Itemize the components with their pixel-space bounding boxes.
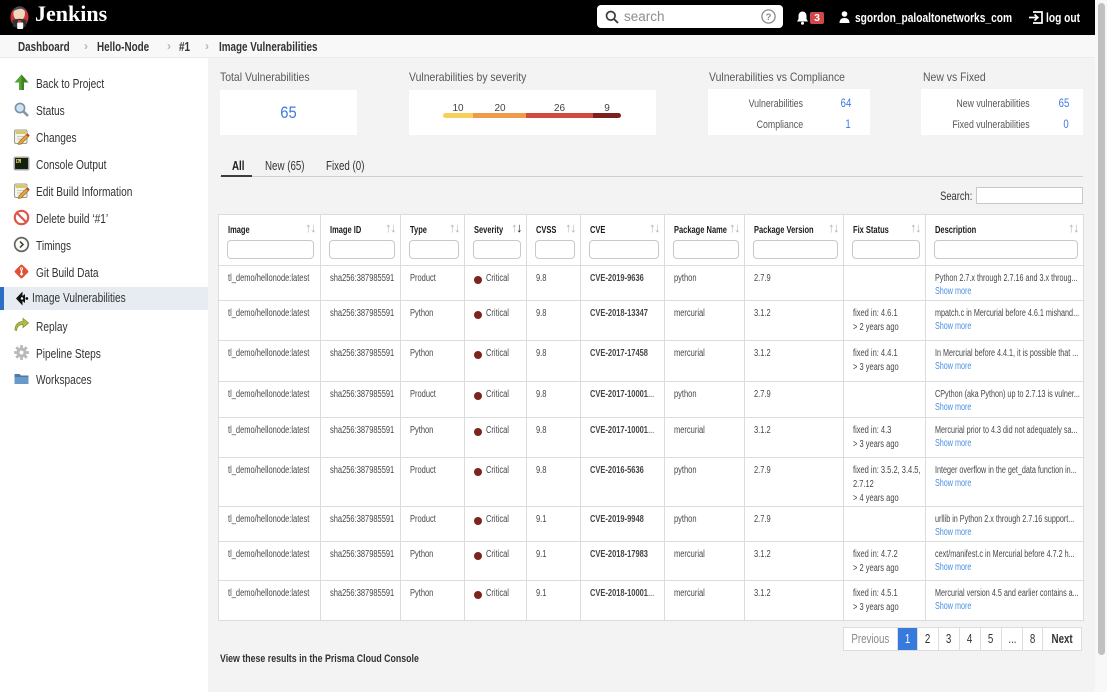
- svg-text:?: ?: [766, 12, 772, 23]
